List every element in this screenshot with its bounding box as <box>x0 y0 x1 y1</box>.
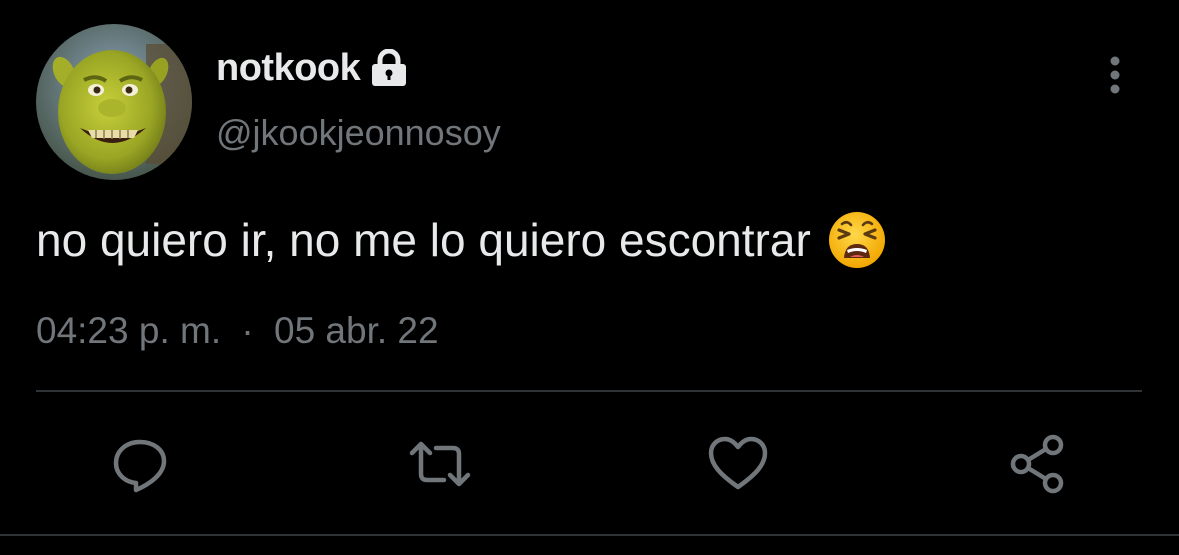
timestamp-separator: · <box>241 310 254 351</box>
reply-button[interactable] <box>108 432 172 496</box>
author-name-row: notkook <box>216 44 410 92</box>
tweet-body: no quiero ir, no me lo quiero escontrar <box>36 210 887 270</box>
tweet-time: 04:23 p. m. <box>36 310 222 351</box>
divider <box>36 390 1142 392</box>
share-button[interactable] <box>1006 432 1070 496</box>
more-options-button[interactable] <box>1098 52 1132 98</box>
retweet-icon <box>409 441 471 487</box>
weary-face-emoji-icon <box>827 210 887 270</box>
share-icon <box>1010 434 1064 494</box>
author-handle[interactable]: @jkookjeonnosoy <box>216 112 501 154</box>
more-vertical-icon <box>1110 56 1120 94</box>
divider-bottom <box>0 534 1179 536</box>
retweet-button[interactable] <box>408 432 472 496</box>
heart-icon <box>708 436 768 490</box>
avatar-image <box>36 24 192 180</box>
tweet-text: no quiero ir, no me lo quiero escontrar <box>36 214 811 266</box>
timestamp-row: 04:23 p. m. · 05 abr. 22 <box>36 310 439 352</box>
lock-icon <box>368 49 410 87</box>
like-button[interactable] <box>706 432 770 496</box>
avatar[interactable] <box>36 24 192 180</box>
tweet-date: 05 abr. 22 <box>274 310 439 351</box>
tweet-card[interactable]: notkook @jkookjeonnosoy no quiero ir, no… <box>0 0 1179 555</box>
reply-icon <box>113 439 167 493</box>
author-name[interactable]: notkook <box>216 47 361 90</box>
